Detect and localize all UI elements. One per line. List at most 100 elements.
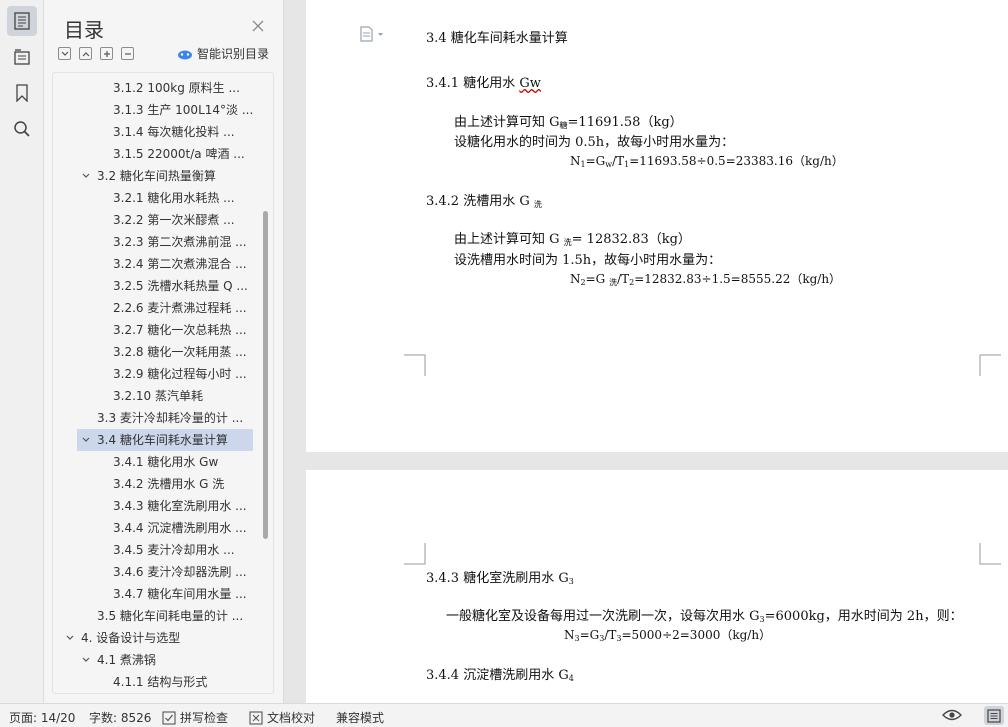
toc-item[interactable]: 3.2.7 糖化一次总耗热 ... <box>113 319 263 341</box>
toc-item[interactable]: 3.2.1 糖化用水耗热 ... <box>113 187 263 209</box>
collapse-all-icon[interactable] <box>58 47 71 60</box>
paragraph: 一般糖化室及设备每用过一次洗刷一次，设每次用水 G3=6000kg，用水时间为 … <box>446 605 963 624</box>
heading-text: 3.4.4 沉淀槽洗刷用水 G <box>426 668 569 683</box>
toc-item[interactable]: 3.1.2 100kg 原料生 ... <box>113 77 263 99</box>
text: N <box>570 272 581 286</box>
subscript: 4 <box>568 674 574 683</box>
status-bar: 页面: 14/20 字数: 8526 拼写检查 文档校对 兼容模式 <box>0 703 1008 727</box>
toc-scrollbar[interactable] <box>263 211 268 539</box>
page-corner-mark <box>979 543 1001 565</box>
toc-item[interactable]: 3.5 糖化车间耗电量的计 ... <box>97 605 263 627</box>
heading-3-4-4: 3.4.4 沉淀槽洗刷用水 G4 <box>426 664 574 683</box>
toc-item[interactable]: 3.3 麦汁冷却耗冷量的计 ... <box>97 407 263 429</box>
toc-item[interactable]: 3.2.8 糖化一次耗用蒸 ... <box>113 341 263 363</box>
chevron-down-icon[interactable] <box>81 165 91 187</box>
page-corner-mark <box>404 354 426 376</box>
page-corner-mark <box>979 354 1001 376</box>
heading-text: 3.4.3 糖化室洗刷用水 G <box>426 571 569 586</box>
proofread-icon <box>249 710 263 725</box>
formula: N1=Gw/T1=11693.58÷0.5=23383.16（kg/h） <box>570 152 844 169</box>
toc-item[interactable]: 4. 设备设计与选型 <box>81 627 263 649</box>
document-page: 3.4 糖化车间耗水量计算 3.4.1 糖化用水 Gw 由上述计算可知 G 糖 =1… <box>306 0 1008 452</box>
subscript: 糖 <box>559 121 568 130</box>
toc-item[interactable]: 3.2.2 第一次米醪煮 ... <box>113 209 263 231</box>
toc-title: 目录 <box>64 18 104 42</box>
toc-list: 3.1.2 100kg 原料生 ... 3.1.3 生产 100L14°淡 ..… <box>52 72 274 694</box>
spell-check-button[interactable]: 拼写检查 <box>162 709 228 726</box>
text: =G <box>579 628 600 642</box>
subscript: 洗 <box>609 278 618 287</box>
text: /T <box>604 628 617 642</box>
page-view-icon[interactable] <box>984 706 1004 725</box>
text: 由上述计算可知 G <box>454 232 564 247</box>
text: =6000kg，用水时间为 2h，则： <box>764 609 963 624</box>
text: N <box>564 628 575 642</box>
proofread-label: 文档校对 <box>267 711 316 725</box>
doc-proofread-button[interactable]: 文档校对 <box>249 709 315 726</box>
toc-item[interactable]: 3.1.4 每次糖化投料 ... <box>113 121 263 143</box>
text: /T <box>612 154 625 168</box>
smart-recognize-label: 智能识别目录 <box>197 47 270 61</box>
toc-item[interactable]: 3.2.3 第二次煮沸前混 ... <box>113 231 263 253</box>
cloud-icon <box>178 50 192 59</box>
heading-3-4-3: 3.4.3 糖化室洗刷用水 G3 <box>426 567 574 586</box>
close-icon[interactable] <box>251 18 265 32</box>
bookmark-icon[interactable] <box>7 78 37 108</box>
toc-item[interactable]: 3.1.5 22000t/a 啤酒 ... <box>113 143 263 165</box>
text: =11693.58÷0.5=23383.16（kg/h） <box>629 154 844 168</box>
toc-panel-icon[interactable] <box>7 6 37 36</box>
toc-item[interactable]: 3.2.5 洗槽水耗热量 Q ... <box>113 275 263 297</box>
toc-item[interactable]: 3.2.9 糖化过程每小时 ... <box>113 363 263 385</box>
search-icon[interactable] <box>7 114 37 144</box>
heading-text: 3.4.1 糖化用水 <box>426 76 520 91</box>
document-page: 3.4.3 糖化室洗刷用水 G3 一般糖化室及设备每用过一次洗刷一次，设每次用水… <box>306 470 1008 703</box>
toc-item[interactable]: 3.4.4 沉淀槽洗刷用水 ... <box>113 517 263 539</box>
toc-item[interactable]: 3.2.4 第二次煮沸混合 ... <box>113 253 263 275</box>
text: =G <box>585 154 606 168</box>
toc-item[interactable]: 3.2.10 蒸汽单耗 <box>113 385 263 407</box>
heading-text: 3.4.2 洗槽用水 G <box>426 194 534 209</box>
text: N <box>570 154 581 168</box>
heading-3-4: 3.4 糖化车间耗水量计算 <box>426 31 568 46</box>
page-count[interactable]: 页面: 14/20 <box>9 709 75 726</box>
toc-item[interactable]: 3.4.7 糖化车间用水量 ... <box>113 583 263 605</box>
toc-item[interactable]: 3.4 糖化车间耗水量计算 <box>97 429 253 451</box>
toc-item[interactable]: 3.4.6 麦汁冷却器洗刷 ... <box>113 561 263 583</box>
toc-panel: 目录 智能识别目录 3.1.2 100kg 原料生 ... 3.1.3 生产 1… <box>44 0 284 703</box>
expand-level-icon[interactable] <box>79 47 92 60</box>
word-count[interactable]: 字数: 8526 <box>89 709 151 726</box>
chapter-nav-icon[interactable] <box>7 42 37 72</box>
paragraph: 由上述计算可知 G 洗= 12832.83（kg） <box>454 228 691 248</box>
chevron-down-icon[interactable] <box>65 627 75 649</box>
heading-3-4-1: 3.4.1 糖化用水 Gw <box>426 72 541 91</box>
spell-check-label: 拼写检查 <box>180 711 229 725</box>
add-heading-icon[interactable] <box>100 47 113 60</box>
formula: N3=G3/T3=5000÷2=3000（kg/h） <box>564 626 771 643</box>
toc-item[interactable]: 4.1 煮沸锅 <box>97 649 263 671</box>
text: = 12832.83（kg） <box>571 232 691 247</box>
toc-item[interactable]: 3.4.2 洗槽用水 G 洗 <box>113 473 263 495</box>
page-corner-mark <box>404 543 426 565</box>
heading-3-4-2: 3.4.2 洗槽用水 G 洗 <box>426 190 542 210</box>
remove-heading-icon[interactable] <box>121 47 134 60</box>
toc-item[interactable]: 3.1.3 生产 100L14°淡 ... <box>113 99 263 121</box>
paragraph: 设糖化用水的时间为 0.5h，故每小时用水量为： <box>454 135 735 150</box>
eye-icon[interactable] <box>942 708 962 722</box>
smart-recognize-button[interactable]: 智能识别目录 <box>177 45 269 62</box>
chevron-down-icon[interactable] <box>81 649 91 671</box>
subscript: 洗 <box>563 238 572 247</box>
toc-item[interactable]: 3.4.5 麦汁冷却用水 ... <box>113 539 263 561</box>
subscript: 3 <box>568 577 574 586</box>
toc-item[interactable]: 3.2 糖化车间热量衡算 <box>97 165 263 187</box>
heading-text: Gw <box>519 76 541 91</box>
toc-item[interactable]: 3.4.1 糖化用水 Gw <box>113 451 263 473</box>
toc-item[interactable]: 2.2.6 麦汁煮沸过程耗 ... <box>113 297 263 319</box>
left-icon-rail <box>0 0 44 703</box>
paragraph: 设洗槽用水时间为 1.5h，故每小时用水量为： <box>454 253 722 268</box>
spell-check-icon <box>162 710 176 725</box>
toc-item[interactable]: 3.4.3 糖化室洗刷用水 ... <box>113 495 263 517</box>
subscript: 洗 <box>533 200 542 209</box>
toc-item[interactable]: 4.1.1 结构与形式 <box>113 671 263 693</box>
document-icon[interactable] <box>360 26 386 46</box>
chevron-down-icon[interactable] <box>81 429 91 451</box>
